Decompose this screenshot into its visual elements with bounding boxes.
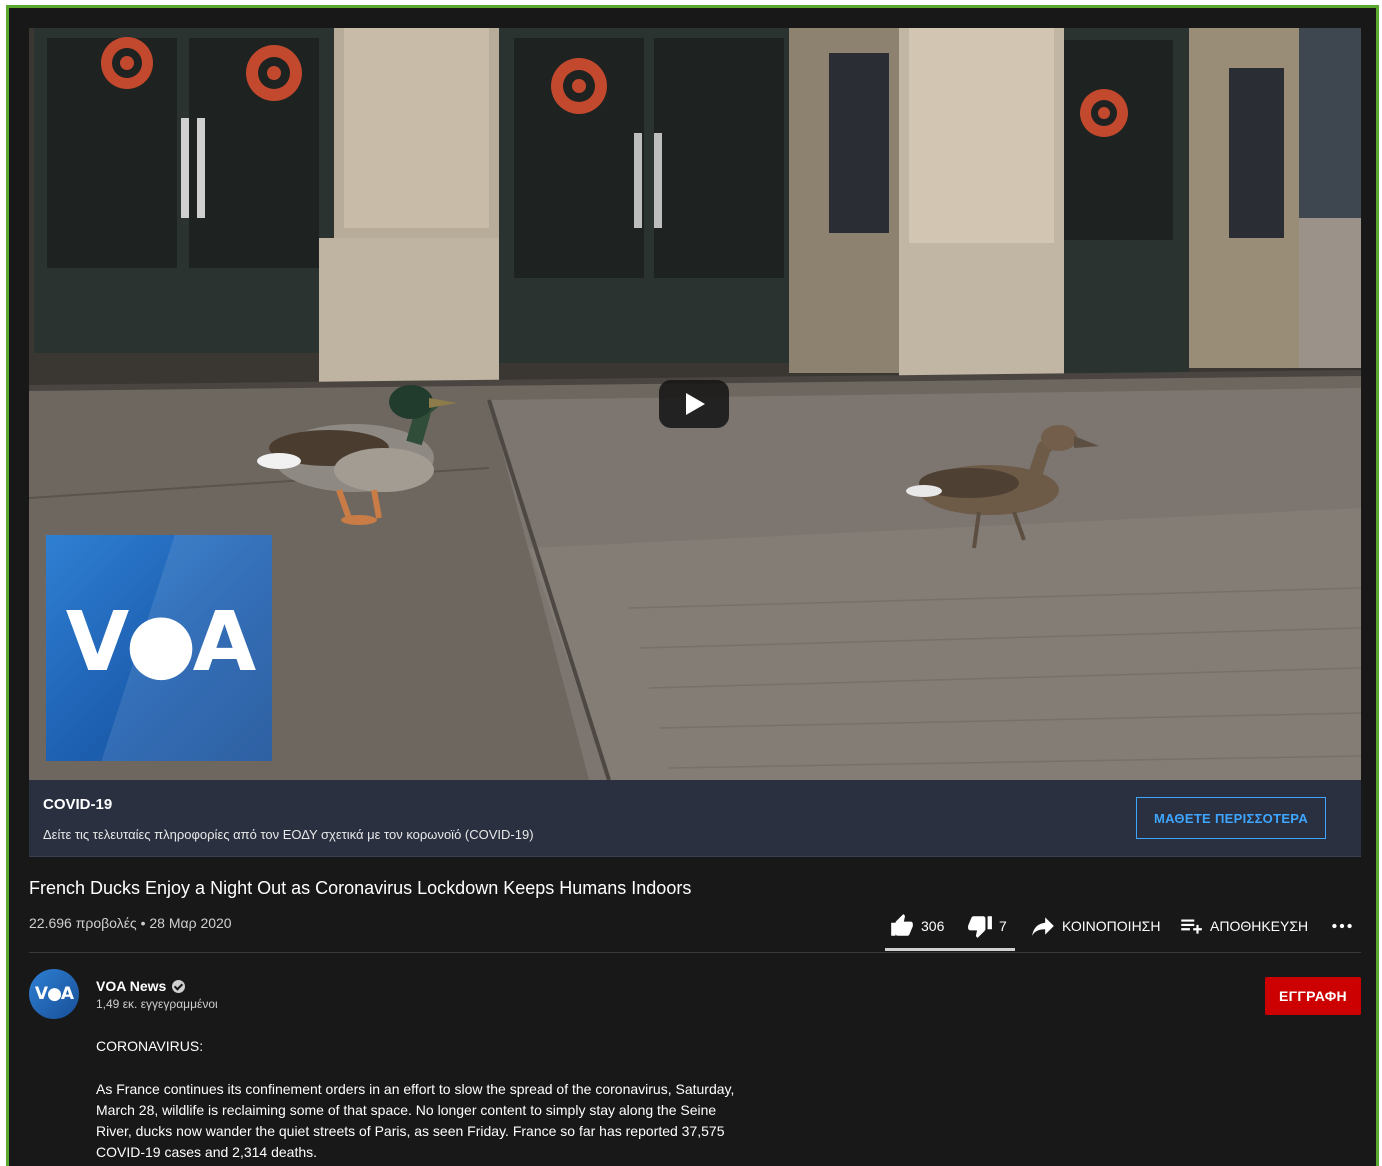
more-horizontal-icon	[1332, 923, 1352, 929]
voa-logo-text: V●A	[65, 595, 256, 690]
action-bar: 306 7 ΚΟΙΝΟΠΟΙΗΣΗ ΑΠΟΘΗΚΕΥΣΗ	[9, 911, 1376, 941]
verified-badge-icon	[172, 979, 186, 993]
youtube-watch-page: V●A COVID-19 Δείτε τις τελευταίες πληροφ…	[6, 5, 1379, 1166]
dislike-count: 7	[999, 918, 1007, 934]
channel-avatar[interactable]: V●A	[29, 969, 79, 1019]
save-label: ΑΠΟΘΗΚΕΥΣΗ	[1210, 918, 1309, 934]
more-actions-button[interactable]	[1329, 911, 1361, 941]
description-heading: CORONAVIRUS:	[96, 1038, 204, 1054]
like-count: 306	[921, 918, 945, 934]
info-panel-title: COVID-19	[43, 796, 113, 813]
share-label: ΚΟΙΝΟΠΟΙΗΣΗ	[1062, 918, 1161, 934]
channel-name-row[interactable]: VOA News	[96, 978, 186, 994]
covid-info-panel: COVID-19 Δείτε τις τελευταίες πληροφορίε…	[29, 780, 1361, 857]
voa-logo: V●A	[46, 535, 272, 761]
learn-more-button[interactable]: ΜΑΘΕΤΕ ΠΕΡΙΣΣΟΤΕΡΑ	[1136, 797, 1326, 839]
playlist-add-icon	[1181, 919, 1202, 934]
share-button[interactable]: ΚΟΙΝΟΠΟΙΗΣΗ	[1030, 911, 1160, 941]
share-arrow-icon	[1032, 917, 1054, 936]
save-button[interactable]: ΑΠΟΘΗΚΕΥΣΗ	[1178, 911, 1308, 941]
video-player[interactable]: V●A	[29, 28, 1361, 780]
dislike-button[interactable]: 7	[967, 911, 1007, 941]
subscribe-button[interactable]: ΕΓΓΡΑΦΗ	[1265, 977, 1361, 1015]
section-divider	[29, 952, 1361, 953]
thumbs-down-icon	[968, 916, 992, 938]
thumbs-up-icon	[891, 914, 913, 936]
info-panel-text: Δείτε τις τελευταίες πληροφορίες από τον…	[43, 827, 534, 842]
play-button[interactable]	[659, 380, 729, 428]
description-body: As France continues its confinement orde…	[96, 1081, 735, 1160]
channel-name[interactable]: VOA News	[96, 978, 166, 994]
subscriber-count: 1,49 εκ. εγγεγραμμένοι	[96, 997, 218, 1011]
video-title: French Ducks Enjoy a Night Out as Corona…	[29, 878, 692, 898]
like-button[interactable]: 306	[889, 911, 944, 941]
like-ratio-bar	[885, 948, 1015, 951]
